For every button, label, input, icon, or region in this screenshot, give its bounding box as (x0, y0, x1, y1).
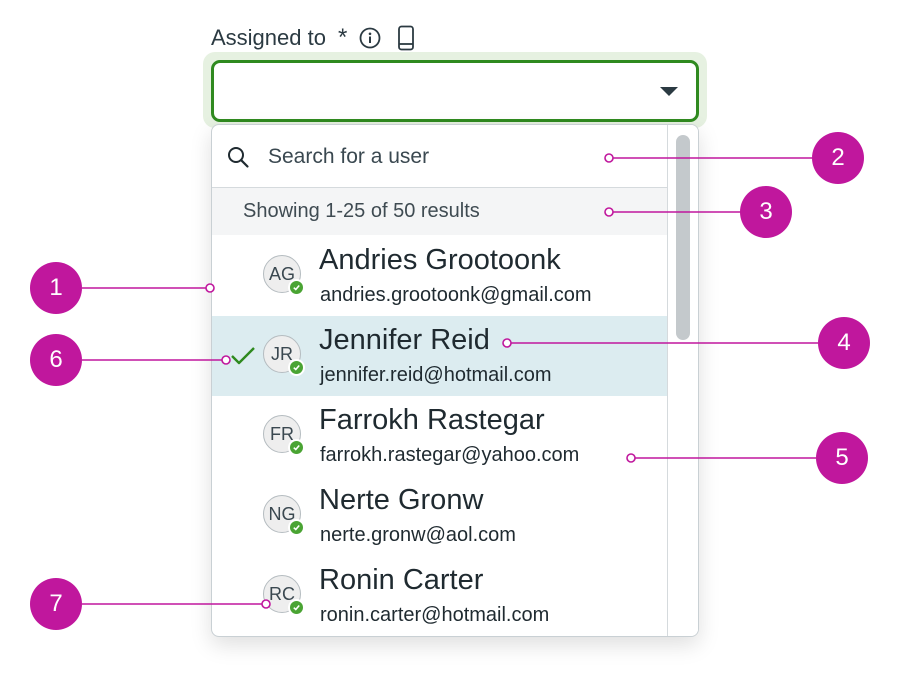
callout-badge-7: 7 (30, 578, 82, 630)
online-status-icon (288, 519, 305, 536)
caret-down-icon[interactable] (660, 87, 678, 96)
user-list: AG Andries Grootoonk andries.grootoonk@g… (212, 236, 668, 636)
user-email: ronin.carter@hotmail.com (320, 604, 550, 626)
results-count: Showing 1-25 of 50 results (212, 188, 668, 235)
user-option[interactable]: RC Ronin Carter ronin.carter@hotmail.com (212, 556, 668, 636)
callout-badge-4: 4 (818, 317, 870, 369)
avatar: AG (263, 255, 305, 296)
field-label-row: Assigned to * (211, 22, 419, 54)
user-email: andries.grootoonk@gmail.com (320, 284, 592, 306)
user-email: farrokh.rastegar@yahoo.com (320, 444, 580, 466)
info-icon[interactable] (357, 25, 383, 51)
user-option[interactable]: AG Andries Grootoonk andries.grootoonk@g… (212, 236, 668, 316)
callout-badge-3: 3 (740, 186, 792, 238)
callout-badge-6: 6 (30, 334, 82, 386)
user-option[interactable]: NG Nerte Gronw nerte.gronw@aol.com (212, 476, 668, 556)
user-name: Farrokh Rastegar (319, 404, 545, 436)
avatar: NG (263, 495, 305, 536)
assignee-select[interactable] (211, 60, 699, 122)
user-email: nerte.gronw@aol.com (320, 524, 516, 546)
field-label: Assigned to (211, 25, 326, 50)
online-status-icon (288, 279, 305, 296)
search-icon (228, 147, 249, 168)
checkmark-icon (231, 347, 255, 365)
scrollbar-thumb[interactable] (676, 135, 690, 340)
avatar: RC (263, 575, 305, 616)
required-indicator: * (337, 24, 348, 51)
user-name: Ronin Carter (319, 564, 484, 596)
user-dropdown: Showing 1-25 of 50 results AG Andries Gr… (211, 124, 699, 637)
user-name: Andries Grootoonk (319, 244, 561, 276)
user-option[interactable]: FR Farrokh Rastegar farrokh.rastegar@yah… (212, 396, 668, 476)
callout-badge-5: 5 (816, 432, 868, 484)
user-name: Nerte Gronw (319, 484, 484, 516)
callout-badge-2: 2 (812, 132, 864, 184)
online-status-icon (288, 439, 305, 456)
online-status-icon (288, 599, 305, 616)
search-row (212, 125, 668, 188)
mobile-device-icon (393, 25, 419, 51)
user-name: Jennifer Reid (319, 324, 490, 356)
callout-badge-1: 1 (30, 262, 82, 314)
scrollbar-track[interactable] (667, 125, 698, 636)
online-status-icon (288, 359, 305, 376)
user-email: jennifer.reid@hotmail.com (320, 364, 552, 386)
avatar: JR (263, 335, 305, 376)
user-option-selected[interactable]: JR Jennifer Reid jennifer.reid@hotmail.c… (212, 316, 668, 396)
search-input[interactable] (266, 140, 650, 174)
avatar: FR (263, 415, 305, 456)
